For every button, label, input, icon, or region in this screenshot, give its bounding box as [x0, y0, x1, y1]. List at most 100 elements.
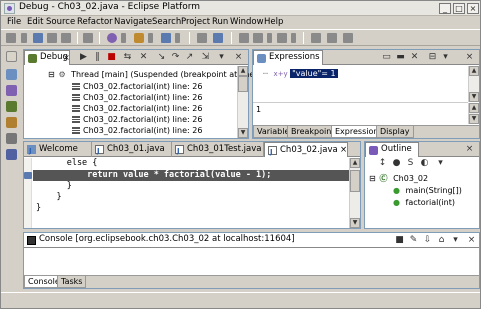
resource-perspective-icon[interactable]	[6, 69, 17, 80]
external-tools-icon[interactable]	[161, 33, 171, 43]
scroll-up-icon[interactable]: ▲	[469, 103, 479, 113]
scroll-lock-icon[interactable]: ⇩	[422, 235, 433, 246]
collapse-icon[interactable]: ⊟	[48, 69, 56, 80]
tab-expressions[interactable]: Expressions	[253, 50, 323, 65]
stack-frame[interactable]: Ch03_02.factorial(int) line: 26	[72, 114, 202, 125]
hide-fields-icon[interactable]: ●	[391, 158, 402, 169]
terminate-icon[interactable]: ■	[394, 235, 405, 246]
save-all-icon[interactable]	[47, 33, 57, 43]
scroll-up-icon[interactable]: ▲	[350, 158, 360, 168]
sort-icon[interactable]: ↕	[377, 158, 388, 169]
save-icon[interactable]	[33, 33, 43, 43]
debug-icon[interactable]	[107, 33, 117, 43]
view-menu-icon[interactable]: ▾	[450, 235, 461, 246]
print-icon[interactable]	[61, 33, 71, 43]
toggle-icon[interactable]	[311, 33, 321, 43]
menu-file[interactable]: File	[7, 17, 21, 27]
remove-all-icon[interactable]: ✕	[409, 52, 420, 63]
open-perspective-icon[interactable]	[213, 33, 223, 43]
menu-refactor[interactable]: Refactor	[77, 17, 113, 27]
collapse-icon[interactable]: ⊟	[369, 173, 377, 184]
tab-ch03-01[interactable]: Ch03_01.java	[92, 142, 172, 158]
hide-static-icon[interactable]: S	[405, 158, 416, 169]
stack-frame[interactable]: Ch03_02.factorial(int) line: 26	[72, 103, 202, 114]
team-perspective-icon[interactable]	[6, 133, 17, 144]
step-over-icon[interactable]: ↷	[170, 52, 181, 63]
expressions-scrollbar[interactable]: ▲ ▼	[468, 66, 479, 102]
disconnect-icon[interactable]: ⇆	[122, 52, 133, 63]
view-menu-icon[interactable]: ▾	[216, 52, 227, 63]
stack-frame[interactable]: Ch03_02.factorial(int) line: 26	[72, 81, 204, 92]
scroll-thumb[interactable]	[238, 76, 248, 92]
code-line[interactable]: }	[36, 181, 72, 192]
close-view-icon[interactable]: ×	[466, 235, 477, 246]
editor-scrollbar[interactable]: ▲ ▼	[349, 158, 360, 228]
detail-scrollbar[interactable]: ▲ ▼	[468, 103, 479, 124]
dropdown-icon[interactable]	[175, 33, 180, 43]
open-type-icon[interactable]	[83, 33, 93, 43]
scroll-down-icon[interactable]: ▼	[238, 128, 248, 138]
menu-edit[interactable]: Edit	[27, 17, 43, 27]
search-icon[interactable]	[197, 33, 207, 43]
menu-search[interactable]: Search	[152, 17, 181, 27]
scroll-up-icon[interactable]: ▲	[469, 66, 479, 76]
new-icon[interactable]	[6, 33, 16, 43]
step-return-icon[interactable]: ↗	[184, 52, 195, 63]
pin-console-icon[interactable]: ⌂	[436, 235, 447, 246]
close-icon[interactable]: ×	[63, 51, 70, 64]
layout-icon[interactable]: ⊟	[427, 52, 438, 63]
tab-ch03-02[interactable]: Ch03_02.java ×	[264, 142, 348, 159]
use-step-filters-icon[interactable]: ⇲	[200, 52, 211, 63]
tab-tasks[interactable]: Tasks	[57, 276, 87, 288]
terminate-icon[interactable]: ■	[106, 52, 117, 63]
suspend-icon[interactable]: ‖	[92, 52, 103, 63]
forward-icon[interactable]	[277, 33, 287, 43]
tab-display[interactable]: Display	[376, 126, 414, 138]
remove-terminated-icon[interactable]: ✕	[138, 52, 149, 63]
view-menu-icon[interactable]: ▾	[440, 52, 451, 63]
code-line-current[interactable]: return value * factorial(value - 1);	[36, 170, 271, 181]
step-into-icon[interactable]: ↘	[156, 52, 167, 63]
debug-perspective-icon[interactable]	[6, 101, 17, 112]
browsing-perspective-icon[interactable]	[6, 149, 17, 160]
run-icon[interactable]	[134, 33, 144, 43]
resume-icon[interactable]: ▶	[78, 52, 89, 63]
hide-nonpublic-icon[interactable]: ◐	[419, 158, 430, 169]
tab-ch03-01test[interactable]: Ch03_01Test.java	[172, 142, 264, 158]
debug-scrollbar[interactable]: ▲ ▼	[237, 66, 248, 138]
dropdown-icon[interactable]	[291, 33, 296, 43]
close-view-icon[interactable]: ×	[233, 52, 244, 63]
show-type-names-icon[interactable]: ▭	[381, 52, 392, 63]
cvs-perspective-icon[interactable]	[6, 117, 17, 128]
java-perspective-icon[interactable]	[6, 85, 17, 96]
pin-icon[interactable]	[327, 33, 337, 43]
expression-node[interactable]: ┈ x+y "value"= 1	[263, 68, 338, 79]
maximize-button[interactable]: □	[453, 3, 465, 14]
close-button[interactable]: ×	[467, 3, 479, 14]
menu-source[interactable]: Source	[46, 17, 75, 27]
back-icon[interactable]	[253, 33, 263, 43]
menu-run[interactable]: Run	[212, 17, 228, 27]
minimize-button[interactable]: _	[439, 3, 451, 14]
next-icon[interactable]	[343, 33, 353, 43]
code-line[interactable]: }	[36, 192, 61, 203]
menu-navigate[interactable]: Navigate	[114, 17, 152, 27]
clear-console-icon[interactable]: ✎	[408, 235, 419, 246]
view-menu-icon[interactable]: ▾	[435, 158, 446, 169]
scroll-up-icon[interactable]: ▲	[238, 66, 248, 76]
dropdown-icon[interactable]	[267, 33, 272, 43]
outline-method-node[interactable]: ● factorial(int)	[393, 197, 455, 208]
outline-method-node[interactable]: ● main(String[])	[393, 185, 462, 196]
menu-window[interactable]: Window	[230, 17, 264, 27]
menu-project[interactable]: Project	[181, 17, 210, 27]
tab-outline[interactable]: Outline	[365, 142, 419, 157]
scroll-thumb[interactable]	[350, 170, 360, 192]
dropdown-icon[interactable]	[121, 33, 126, 43]
remove-expression-icon[interactable]: ▬	[395, 52, 406, 63]
tab-debug[interactable]: Debug ×	[24, 50, 70, 65]
menu-help[interactable]: Help	[264, 17, 283, 27]
scroll-down-icon[interactable]: ▼	[350, 218, 360, 228]
outline-class-node[interactable]: ⊟ Ⓒ Ch03_02	[369, 173, 428, 184]
scroll-down-icon[interactable]: ▼	[469, 114, 479, 124]
tab-welcome[interactable]: Welcome	[24, 142, 92, 158]
